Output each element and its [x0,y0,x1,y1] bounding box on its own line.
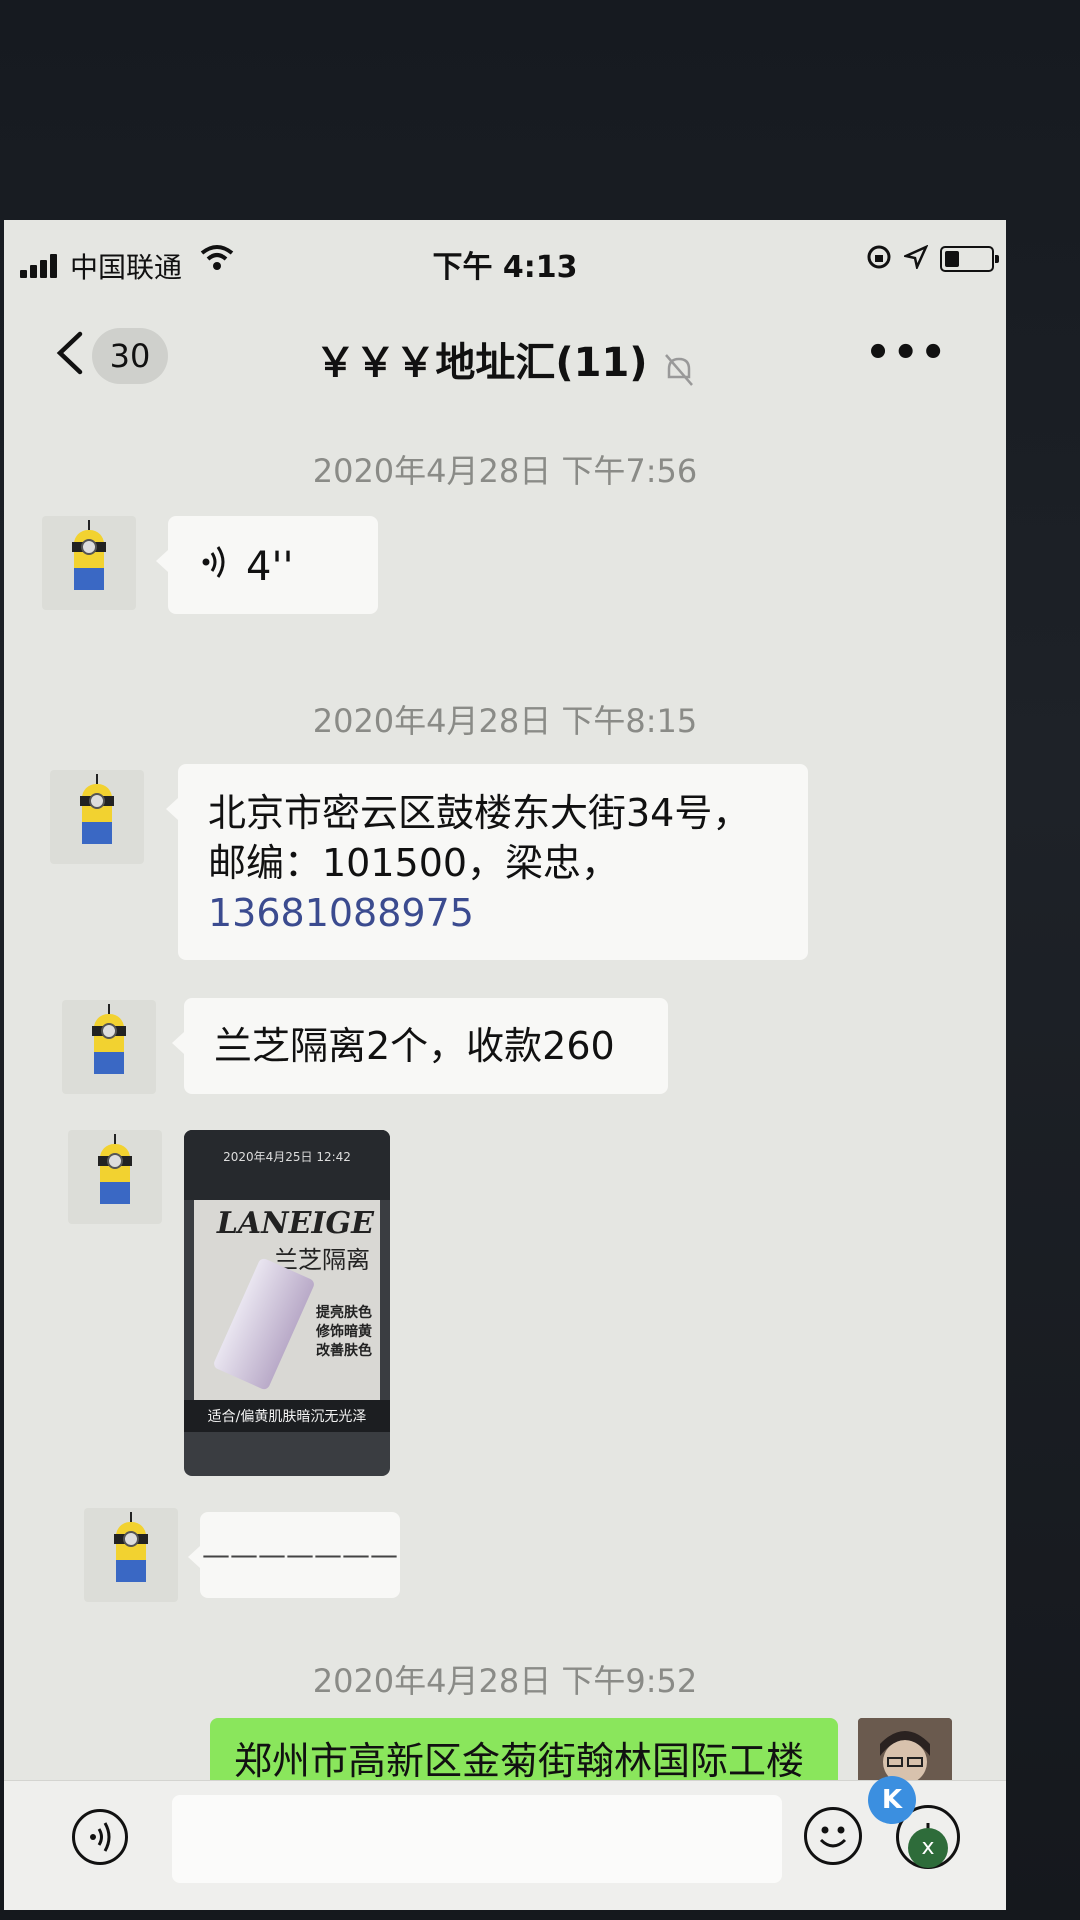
timestamp: 2020年4月28日 下午9:52 [312,1662,698,1700]
message-input[interactable] [172,1795,782,1883]
status-bar: 中国联通 下午 4:13 [4,220,1006,300]
message-composer [4,1780,1006,1910]
timestamp: 2020年4月28日 下午8:15 [312,702,698,740]
voice-input-button[interactable] [72,1809,128,1865]
voice-message-bubble[interactable]: 4'' [156,516,378,614]
emoji-button[interactable] [804,1807,862,1865]
postcode-line: 邮编：101500，梁忠， [208,841,620,885]
avatar[interactable] [42,516,136,610]
address-line: 北京市密云区鼓楼东大街34号， [208,791,751,835]
poster-tag: 改善肤色 [316,1343,372,1359]
voice-duration: 4'' [246,544,294,590]
avatar[interactable] [62,1000,156,1094]
avatar[interactable] [50,770,144,864]
poster-tag: 提亮肤色 [316,1305,372,1321]
battery-level [945,251,959,267]
dash-message-bubble[interactable]: ——————— [188,1512,400,1598]
poster-tag: 修饰暗黄 [316,1324,372,1340]
order-message-bubble[interactable]: 兰芝隔离2个，收款260 [172,998,668,1094]
avatar[interactable] [68,1130,162,1224]
image-message[interactable]: 2020年4月25日 12:42 LANEIGE 兰芝隔离 提亮肤色 修饰暗黄 … [184,1130,390,1476]
poster-brand: LANEIGE [216,1206,374,1241]
phone-number-link[interactable]: 13681088975 [208,888,778,938]
avatar[interactable] [84,1508,178,1602]
more-options-button[interactable]: ••• [865,330,948,376]
battery-icon [940,246,999,272]
status-icons [866,244,999,274]
product-poster: LANEIGE 兰芝隔离 提亮肤色 修饰暗黄 改善肤色 [194,1200,380,1400]
location-icon [902,244,929,273]
wechat-screen: 中国联通 下午 4:13 30 ￥￥￥地址汇(11) ••• 2020年4月28… [4,220,1006,1910]
poster-caption: 适合/偏黄肌肤暗沉无光泽 [184,1400,390,1432]
voice-wave-icon [90,1822,111,1852]
rotation-lock-icon [866,244,892,274]
mute-bell-icon [663,353,695,391]
voice-wave-icon [202,544,230,590]
smiley-icon [819,1826,847,1848]
clock: 下午 4:13 [432,250,578,285]
poster-tags: 提亮肤色 修饰暗黄 改善肤色 [316,1304,372,1361]
address-message-bubble[interactable]: 北京市密云区鼓楼东大街34号， 邮编：101500，梁忠， 1368108897… [166,764,808,960]
floating-k-button[interactable]: K [868,1776,916,1824]
chat-title[interactable]: ￥￥￥地址汇(11) [315,340,647,386]
nav-bar: 30 ￥￥￥地址汇(11) ••• [4,300,1006,400]
timestamp: 2020年4月28日 下午7:56 [312,452,698,490]
chat-title-wrap: ￥￥￥地址汇(11) [4,330,1006,391]
floating-close-button[interactable]: x [908,1828,948,1868]
screenshot-header: 2020年4月25日 12:42 [184,1130,390,1200]
message-list[interactable]: 2020年4月28日 下午7:56 4'' 2020年4月28日 下午8:15 … [4,400,1006,1812]
product-bottle-image [212,1256,316,1392]
